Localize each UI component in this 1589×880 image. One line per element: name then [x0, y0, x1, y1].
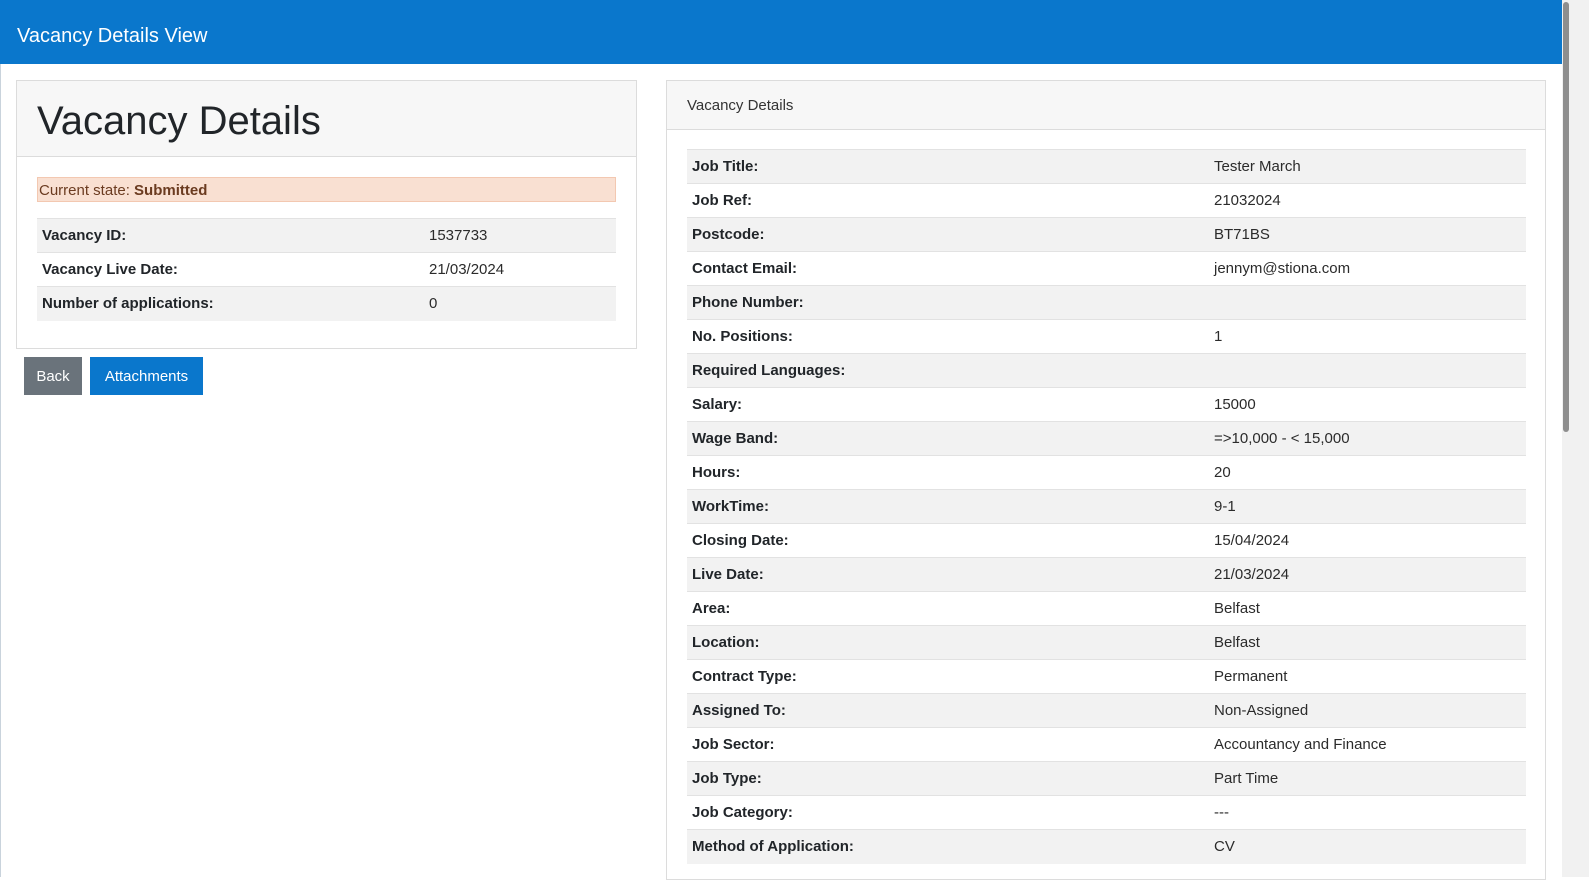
row-label: Assigned To: [687, 693, 1214, 728]
row-label: Contact Email: [687, 251, 1214, 286]
row-value: 1 [1214, 319, 1526, 354]
table-row: Job Sector: Accountancy and Finance [687, 727, 1526, 762]
table-row: Job Type: Part Time [687, 761, 1526, 796]
row-value: Non-Assigned [1214, 693, 1526, 728]
scrollbar-thumb[interactable] [1563, 2, 1569, 432]
row-value: --- [1214, 795, 1526, 830]
row-value: Accountancy and Finance [1214, 727, 1526, 762]
table-row: Hours: 20 [687, 455, 1526, 490]
row-label: Job Type: [687, 761, 1214, 796]
table-row: Phone Number: [687, 285, 1526, 320]
row-value: CV [1214, 829, 1526, 864]
table-row: Wage Band: =>10,000 - < 15,000 [687, 421, 1526, 456]
row-label: Wage Band: [687, 421, 1214, 456]
row-value: jennym@stiona.com [1214, 251, 1526, 286]
table-row: Contact Email: jennym@stiona.com [687, 251, 1526, 286]
row-label: Closing Date: [687, 523, 1214, 558]
details-card: Vacancy Details Job Title: Tester March Jo… [666, 80, 1546, 880]
page-left-border [0, 64, 1, 877]
table-row: Postcode: BT71BS [687, 217, 1526, 252]
row-label: Contract Type: [687, 659, 1214, 694]
row-label: Job Sector: [687, 727, 1214, 762]
row-label: Job Category: [687, 795, 1214, 830]
table-row: Method of Application: CV [687, 829, 1526, 864]
row-value: Belfast [1214, 591, 1526, 626]
row-label: Vacancy Live Date: [37, 252, 429, 287]
row-value: 1537733 [429, 218, 616, 253]
row-label: Vacancy ID: [37, 218, 429, 253]
table-row: Live Date: 21/03/2024 [687, 557, 1526, 592]
table-row: No. Positions: 1 [687, 319, 1526, 354]
row-value: Permanent [1214, 659, 1526, 694]
row-value: =>10,000 - < 15,000 [1214, 421, 1526, 456]
table-row: Closing Date: 15/04/2024 [687, 523, 1526, 558]
row-value: 15/04/2024 [1214, 523, 1526, 558]
row-value: BT71BS [1214, 217, 1526, 252]
table-row: Assigned To: Non-Assigned [687, 693, 1526, 728]
table-row: Job Ref: 21032024 [687, 183, 1526, 218]
table-row: WorkTime: 9-1 [687, 489, 1526, 524]
row-value: Part Time [1214, 761, 1526, 796]
row-label: Job Ref: [687, 183, 1214, 218]
row-value: 21/03/2024 [429, 252, 616, 287]
row-value: 0 [429, 286, 616, 321]
table-row: Job Category: --- [687, 795, 1526, 830]
table-row: Vacancy ID: 1537733 [37, 218, 616, 253]
row-value: 21032024 [1214, 183, 1526, 218]
row-value: 21/03/2024 [1214, 557, 1526, 592]
details-table: Job Title: Tester March Job Ref: 21032024 Po… [687, 149, 1526, 864]
row-label: Salary: [687, 387, 1214, 422]
back-button[interactable]: Back [24, 357, 82, 395]
row-value: 15000 [1214, 387, 1526, 422]
row-label: No. Positions: [687, 319, 1214, 354]
table-row: Salary: 15000 [687, 387, 1526, 422]
row-label: Hours: [687, 455, 1214, 490]
row-label: WorkTime: [687, 489, 1214, 524]
row-label: Phone Number: [687, 285, 1214, 320]
row-label: Location: [687, 625, 1214, 660]
page-title: Vacancy Details [37, 99, 321, 143]
table-row: Contract Type: Permanent [687, 659, 1526, 694]
table-row: Location: Belfast [687, 625, 1526, 660]
top-navbar: Vacancy Details View [0, 0, 1562, 64]
row-label: Live Date: [687, 557, 1214, 592]
navbar-title: Vacancy Details View [17, 25, 208, 47]
table-row: Number of applications: 0 [37, 286, 616, 321]
summary-card-header: Vacancy Details [17, 81, 636, 157]
current-state-banner: Current state: Submitted [37, 177, 616, 202]
state-value: Submitted [134, 182, 208, 199]
row-value: Belfast [1214, 625, 1526, 660]
row-label: Method of Application: [687, 829, 1214, 864]
state-label: Current state: [39, 182, 135, 199]
table-row: Job Title: Tester March [687, 149, 1526, 184]
table-row: Required Languages: [687, 353, 1526, 388]
row-label: Number of applications: [37, 286, 429, 321]
table-row: Vacancy Live Date: 21/03/2024 [37, 252, 616, 287]
row-label: Job Title: [687, 149, 1214, 184]
details-card-header: Vacancy Details [667, 81, 1545, 130]
row-value [1214, 353, 1526, 388]
row-label: Required Languages: [687, 353, 1214, 388]
row-value [1214, 285, 1526, 320]
table-row: Area: Belfast [687, 591, 1526, 626]
summary-card: Vacancy Details Current state: Submitted… [16, 80, 637, 349]
row-value: Tester March [1214, 149, 1526, 184]
attachments-button[interactable]: Attachments [90, 357, 203, 395]
row-label: Postcode: [687, 217, 1214, 252]
summary-table: Vacancy ID: 1537733 Vacancy Live Date: 21/0… [37, 218, 616, 321]
row-value: 9-1 [1214, 489, 1526, 524]
row-value: 20 [1214, 455, 1526, 490]
row-label: Area: [687, 591, 1214, 626]
